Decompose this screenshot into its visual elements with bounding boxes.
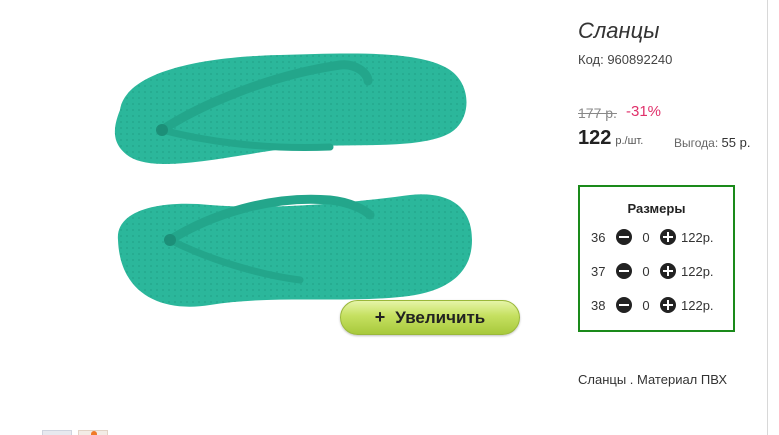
plus-icon[interactable]	[660, 229, 676, 245]
minus-icon[interactable]	[616, 263, 632, 279]
sizes-title: Размеры	[627, 201, 686, 216]
minus-icon[interactable]	[616, 229, 632, 245]
plus-icon[interactable]	[660, 263, 676, 279]
size-row: 37 0 122р.	[591, 263, 714, 279]
sizes-panel: Размеры 36 0 122р. 37 0 122р. 38 0 122р.	[578, 185, 735, 332]
savings-value: 55 р.	[721, 135, 751, 150]
size-row: 36 0 122р.	[591, 229, 714, 245]
size-price: 122р.	[681, 297, 714, 313]
flip-flop-top	[114, 53, 467, 164]
product-image[interactable]	[100, 35, 490, 335]
quantity-value: 0	[642, 229, 650, 245]
size-label: 38	[591, 297, 606, 313]
product-title: Сланцы	[578, 18, 660, 43]
quantity-value: 0	[642, 263, 650, 279]
size-label: 37	[591, 263, 606, 279]
old-price: 177 р.	[578, 105, 617, 121]
zoom-button[interactable]: + Увеличить	[340, 300, 520, 335]
size-label: 36	[591, 229, 606, 245]
size-price: 122р.	[681, 263, 714, 279]
savings-label: Выгода:	[674, 136, 719, 150]
plus-icon[interactable]	[660, 297, 676, 313]
plus-icon: +	[374, 307, 386, 327]
zoom-label: Увеличить	[395, 307, 486, 327]
page-right-border	[767, 0, 768, 435]
quantity-value: 0	[642, 297, 650, 313]
savings: Выгода: 55 р.	[674, 135, 750, 150]
product-code: Код: 960892240	[578, 52, 673, 67]
share-icon[interactable]	[78, 430, 108, 435]
flip-flop-bottom	[117, 194, 472, 307]
price-value: 122	[578, 127, 612, 149]
price-line: 122 р./шт.	[578, 127, 643, 150]
size-row: 38 0 122р.	[591, 297, 714, 313]
discount-badge: -31%	[626, 103, 662, 120]
size-price: 122р.	[681, 229, 714, 245]
product-description: Сланцы . Материал ПВХ	[578, 372, 727, 387]
minus-icon[interactable]	[616, 297, 632, 313]
price-unit: р./шт.	[615, 135, 644, 147]
share-icon[interactable]	[42, 430, 72, 435]
